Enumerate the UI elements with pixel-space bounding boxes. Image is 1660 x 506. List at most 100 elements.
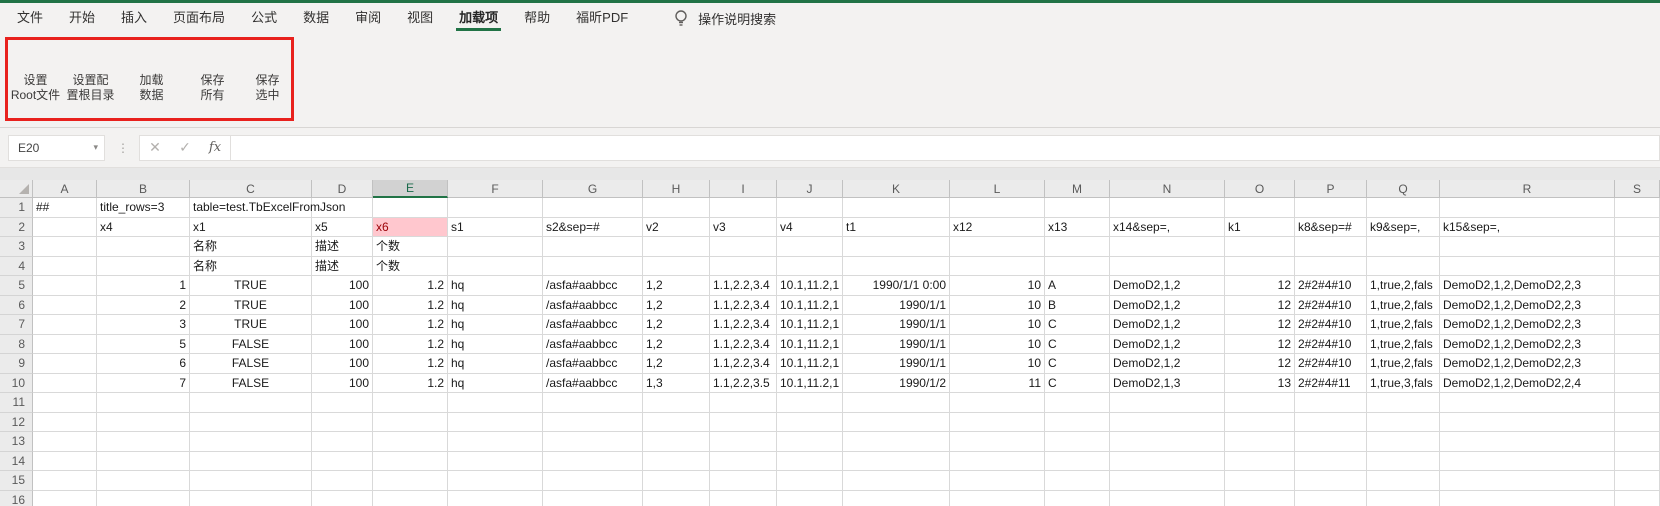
row-header-7[interactable]: 7 (0, 315, 33, 335)
cell-A14[interactable] (33, 452, 97, 472)
cell-D12[interactable] (312, 413, 373, 433)
cell-R12[interactable] (1440, 413, 1615, 433)
cell-K13[interactable] (843, 432, 950, 452)
cell-C16[interactable] (190, 491, 312, 506)
cell-G8[interactable]: /asfa#aabbcc (543, 335, 643, 355)
cell-K2[interactable]: t1 (843, 218, 950, 238)
cell-Q8[interactable]: 1,true,2,fals (1367, 335, 1440, 355)
cell-N11[interactable] (1110, 393, 1225, 413)
cell-J9[interactable]: 10.1,11.2,1 (777, 354, 843, 374)
cell-J11[interactable] (777, 393, 843, 413)
cell-S16[interactable] (1615, 491, 1660, 506)
cell-F16[interactable] (448, 491, 543, 506)
cell-B15[interactable] (97, 471, 190, 491)
cell-R8[interactable]: DemoD2,1,2,DemoD2,2,3 (1440, 335, 1615, 355)
cell-N12[interactable] (1110, 413, 1225, 433)
cell-R7[interactable]: DemoD2,1,2,DemoD2,2,3 (1440, 315, 1615, 335)
cell-J16[interactable] (777, 491, 843, 506)
cell-N6[interactable]: DemoD2,1,2 (1110, 296, 1225, 316)
tell-me-label[interactable]: 操作说明搜索 (698, 9, 776, 28)
cell-F12[interactable] (448, 413, 543, 433)
cell-S9[interactable] (1615, 354, 1660, 374)
cell-E15[interactable] (373, 471, 448, 491)
ribbon-tab-1[interactable]: 文件 (4, 3, 56, 33)
cell-I16[interactable] (710, 491, 777, 506)
cell-K3[interactable] (843, 237, 950, 257)
cell-L9[interactable]: 10 (950, 354, 1045, 374)
cell-D7[interactable]: 100 (312, 315, 373, 335)
cell-Q15[interactable] (1367, 471, 1440, 491)
addin-button-1-2[interactable]: 设置配置根目录 (63, 40, 118, 118)
cell-S8[interactable] (1615, 335, 1660, 355)
cell-C12[interactable] (190, 413, 312, 433)
cell-F3[interactable] (448, 237, 543, 257)
row-header-3[interactable]: 3 (0, 237, 33, 257)
cell-S2[interactable] (1615, 218, 1660, 238)
cell-E8[interactable]: 1.2 (373, 335, 448, 355)
confirm-icon[interactable]: ✓ (170, 139, 200, 156)
row-header-6[interactable]: 6 (0, 296, 33, 316)
cell-G16[interactable] (543, 491, 643, 506)
cell-M2[interactable]: x13 (1045, 218, 1110, 238)
cell-K8[interactable]: 1990/1/1 (843, 335, 950, 355)
cell-B2[interactable]: x4 (97, 218, 190, 238)
cell-J1[interactable] (777, 198, 843, 218)
addin-button-3-2[interactable]: 保存选中 (240, 40, 295, 118)
column-header-L[interactable]: L (950, 180, 1045, 198)
cell-M14[interactable] (1045, 452, 1110, 472)
cell-S5[interactable] (1615, 276, 1660, 296)
cell-M12[interactable] (1045, 413, 1110, 433)
cell-H5[interactable]: 1,2 (643, 276, 710, 296)
row-header-5[interactable]: 5 (0, 276, 33, 296)
cell-Q11[interactable] (1367, 393, 1440, 413)
cell-A12[interactable] (33, 413, 97, 433)
cell-J3[interactable] (777, 237, 843, 257)
cell-M9[interactable]: C (1045, 354, 1110, 374)
cell-N4[interactable] (1110, 257, 1225, 277)
ribbon-tab-2[interactable]: 开始 (56, 3, 108, 33)
cell-M7[interactable]: C (1045, 315, 1110, 335)
cell-P4[interactable] (1295, 257, 1367, 277)
cell-D16[interactable] (312, 491, 373, 506)
cell-P13[interactable] (1295, 432, 1367, 452)
cell-S10[interactable] (1615, 374, 1660, 394)
row-header-8[interactable]: 8 (0, 335, 33, 355)
column-header-B[interactable]: B (97, 180, 190, 198)
cell-M5[interactable]: A (1045, 276, 1110, 296)
cell-S14[interactable] (1615, 452, 1660, 472)
cell-L2[interactable]: x12 (950, 218, 1045, 238)
cell-I1[interactable] (710, 198, 777, 218)
column-header-H[interactable]: H (643, 180, 710, 198)
cell-P8[interactable]: 2#2#4#10 (1295, 335, 1367, 355)
cell-F7[interactable]: hq (448, 315, 543, 335)
cell-F4[interactable] (448, 257, 543, 277)
cell-J6[interactable]: 10.1,11.2,1 (777, 296, 843, 316)
cell-A2[interactable] (33, 218, 97, 238)
cell-G4[interactable] (543, 257, 643, 277)
ribbon-tab-4[interactable]: 页面布局 (160, 3, 238, 33)
cell-H11[interactable] (643, 393, 710, 413)
cell-I12[interactable] (710, 413, 777, 433)
cell-K6[interactable]: 1990/1/1 (843, 296, 950, 316)
addin-button-1-1[interactable]: 设置Root文件 (8, 40, 63, 118)
cell-O6[interactable]: 12 (1225, 296, 1295, 316)
cell-K11[interactable] (843, 393, 950, 413)
cell-L4[interactable] (950, 257, 1045, 277)
cell-E1[interactable] (373, 198, 448, 218)
cell-L3[interactable] (950, 237, 1045, 257)
cell-E7[interactable]: 1.2 (373, 315, 448, 335)
cell-C1[interactable]: table=test.TbExcelFromJson (190, 198, 312, 218)
cell-L13[interactable] (950, 432, 1045, 452)
cell-L5[interactable]: 10 (950, 276, 1045, 296)
cell-G13[interactable] (543, 432, 643, 452)
cell-O1[interactable] (1225, 198, 1295, 218)
cell-M10[interactable]: C (1045, 374, 1110, 394)
cell-C6[interactable]: TRUE (190, 296, 312, 316)
tell-me-search[interactable]: 操作说明搜索 (673, 9, 776, 28)
cell-R4[interactable] (1440, 257, 1615, 277)
cell-D10[interactable]: 100 (312, 374, 373, 394)
cell-N5[interactable]: DemoD2,1,2 (1110, 276, 1225, 296)
cell-J7[interactable]: 10.1,11.2,1 (777, 315, 843, 335)
cell-H9[interactable]: 1,2 (643, 354, 710, 374)
cell-I3[interactable] (710, 237, 777, 257)
